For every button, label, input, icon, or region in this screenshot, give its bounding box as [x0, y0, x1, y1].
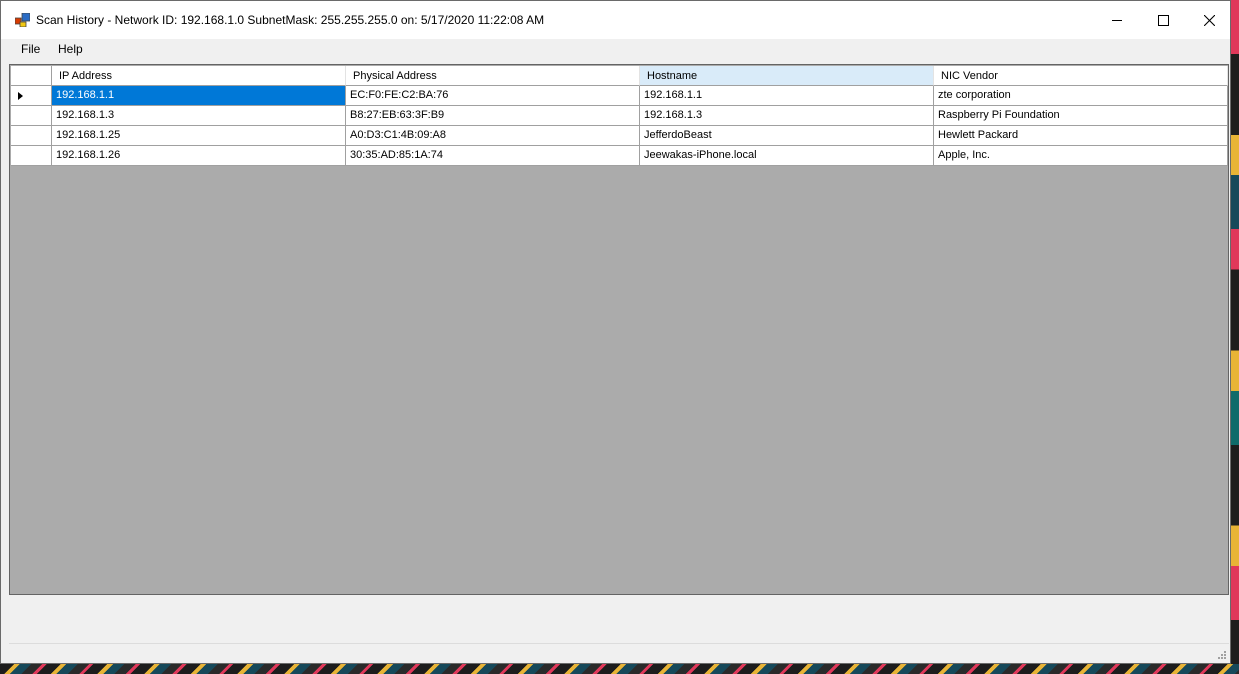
desktop-background-bottom	[0, 664, 1239, 674]
menu-bar: File Help	[1, 39, 1230, 59]
cell-physical-address[interactable]: B8:27:EB:63:3F:B9	[346, 106, 640, 126]
column-header-nic-vendor[interactable]: NIC Vendor	[934, 66, 1228, 86]
cell-ip-address[interactable]: 192.168.1.1	[52, 86, 346, 106]
column-header-physical-address[interactable]: Physical Address	[346, 66, 640, 86]
cell-hostname[interactable]: JefferdoBeast	[640, 126, 934, 146]
cell-ip-address[interactable]: 192.168.1.26	[52, 146, 346, 166]
menu-help[interactable]: Help	[51, 41, 90, 57]
cell-ip-address[interactable]: 192.168.1.25	[52, 126, 346, 146]
cell-ip-address[interactable]: 192.168.1.3	[52, 106, 346, 126]
minimize-button[interactable]	[1094, 1, 1140, 39]
cell-hostname[interactable]: 192.168.1.1	[640, 86, 934, 106]
desktop-background	[1231, 0, 1239, 674]
row-header-corner[interactable]	[11, 66, 52, 86]
row-header[interactable]	[11, 146, 52, 166]
scan-results-grid[interactable]: IP Address Physical Address Hostname NIC…	[9, 64, 1229, 595]
cell-physical-address[interactable]: 30:35:AD:85:1A:74	[346, 146, 640, 166]
row-header[interactable]	[11, 126, 52, 146]
maximize-icon	[1157, 14, 1169, 26]
resize-grip-icon[interactable]	[1216, 649, 1226, 659]
window-title: Scan History - Network ID: 192.168.1.0 S…	[36, 13, 545, 27]
cell-hostname[interactable]: Jeewakas-iPhone.local	[640, 146, 934, 166]
column-header-ip-address[interactable]: IP Address	[52, 66, 346, 86]
cell-nic-vendor[interactable]: Hewlett Packard	[934, 126, 1228, 146]
row-header[interactable]	[11, 86, 52, 106]
app-icon	[15, 13, 30, 27]
row-header[interactable]	[11, 106, 52, 126]
cell-nic-vendor[interactable]: Raspberry Pi Foundation	[934, 106, 1228, 126]
cell-nic-vendor[interactable]: zte corporation	[934, 86, 1228, 106]
cell-physical-address[interactable]: A0:D3:C1:4B:09:A8	[346, 126, 640, 146]
maximize-button[interactable]	[1140, 1, 1186, 39]
close-icon	[1203, 14, 1215, 26]
title-bar[interactable]: Scan History - Network ID: 192.168.1.0 S…	[1, 1, 1230, 39]
column-header-hostname[interactable]: Hostname	[640, 66, 934, 86]
close-button[interactable]	[1186, 1, 1232, 39]
minimize-icon	[1111, 19, 1122, 21]
status-bar-divider	[9, 643, 1229, 644]
triangle-right-icon	[18, 92, 23, 100]
cell-physical-address[interactable]: EC:F0:FE:C2:BA:76	[346, 86, 640, 106]
scan-history-window: Scan History - Network ID: 192.168.1.0 S…	[0, 0, 1231, 664]
cell-hostname[interactable]: 192.168.1.3	[640, 106, 934, 126]
cell-nic-vendor[interactable]: Apple, Inc.	[934, 146, 1228, 166]
menu-file[interactable]: File	[14, 41, 47, 57]
